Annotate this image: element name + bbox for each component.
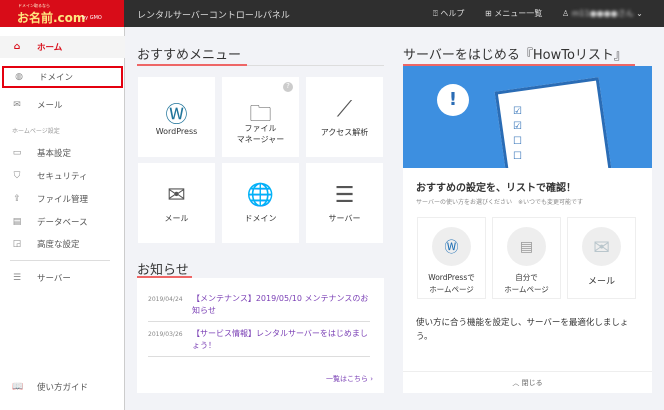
divider xyxy=(148,356,370,357)
app-title: レンタルサーバーコントロールパネル xyxy=(137,11,290,21)
sidebar-label: ファイル管理 xyxy=(37,195,89,205)
menu-card-wordpress[interactable]: Ⓦ WordPress xyxy=(138,77,215,157)
sidebar-item-domain[interactable]: ◍ ドメイン xyxy=(2,66,123,88)
news-more-link[interactable]: 一覧はこちら › xyxy=(326,374,373,384)
sidebar-label: 高度な設定 xyxy=(37,240,80,250)
howto-subtext: サーバーの使い方をお選びください ※いつでも変更可能です xyxy=(416,199,583,206)
recommend-title: おすすめメニュー xyxy=(137,48,242,63)
sidebar-label: メール xyxy=(37,101,63,111)
shield-icon: ⛉ xyxy=(13,171,21,181)
card-label: メール xyxy=(587,277,615,287)
webpage-icon: ▤ xyxy=(507,227,546,266)
mail-icon: ✉ xyxy=(13,100,21,110)
card-label: WordPress xyxy=(155,127,198,136)
sidebar-label: 使い方ガイド xyxy=(37,383,89,393)
exclamation-icon: ! xyxy=(437,84,469,116)
divider xyxy=(10,260,110,261)
menu-card-server[interactable]: ☰ サーバー xyxy=(306,163,383,243)
news-date: 2019/03/26 xyxy=(148,331,183,338)
howto-description: 使い方に合う機能を設定し、サーバーを最適化しましょう。 xyxy=(416,318,629,342)
menu-list-label: メニュー一覧 xyxy=(494,9,543,18)
news-item[interactable]: 2019/04/24 【メンテナンス】2019/05/10 メンテナンスのお知らせ xyxy=(148,293,370,317)
sidebar-section-label: ホームページ設定 xyxy=(12,128,60,135)
monitor-icon: ▭ xyxy=(12,148,22,158)
news-date: 2019/04/24 xyxy=(148,296,183,303)
www-globe-icon: 🌐 xyxy=(246,183,275,208)
sidebar-item-server[interactable]: ☰ サーバー xyxy=(0,267,125,289)
upload-icon: ⇪ xyxy=(13,194,21,204)
grid-icon: ⊞ xyxy=(485,9,492,18)
help-label: ヘルプ xyxy=(440,9,465,18)
sidebar-label: セキュリティ xyxy=(37,172,88,182)
sidebar-item-file[interactable]: ⇪ ファイル管理 xyxy=(0,188,125,210)
server-icon: ☰ xyxy=(12,273,22,283)
checklist-icon: ☑ ☑ ☐ ☐ xyxy=(513,106,522,162)
howto-card-mail[interactable]: ✉ メール xyxy=(567,217,636,299)
chart-line-icon: ⟋ xyxy=(336,97,353,122)
card-label: WordPressで ホームページ xyxy=(428,273,475,294)
mail-icon: ✉ xyxy=(167,183,186,208)
close-label: 閉じる xyxy=(521,379,543,387)
user-name: m11●●●●さん xyxy=(571,9,634,18)
news-link[interactable]: 【サービス情報】レンタルサーバーをはじめましょう！ xyxy=(192,328,370,352)
chevron-up-icon: ︿ xyxy=(512,379,520,387)
wordpress-page-icon: Ⓦ xyxy=(432,227,471,266)
sidebar-item-basic[interactable]: ▭ 基本設定 xyxy=(0,142,125,164)
sidebar-item-database[interactable]: ▤ データベース xyxy=(0,211,125,233)
sidebar-item-mail[interactable]: ✉ メール xyxy=(0,94,125,116)
howto-heading: おすすめの設定を、リストで確認！ xyxy=(416,183,576,194)
card-label: ドメイン xyxy=(244,214,277,223)
help-badge-icon[interactable]: ? xyxy=(283,82,293,92)
howto-title: サーバーをはじめる『HowToリスト』 xyxy=(403,48,627,63)
sidebar-item-security[interactable]: ⛉ セキュリティ xyxy=(0,165,125,187)
news-item[interactable]: 2019/03/26 【サービス情報】レンタルサーバーをはじめましょう！ xyxy=(148,328,370,352)
title-underline xyxy=(137,64,247,66)
globe-icon: ◍ xyxy=(15,72,23,82)
sidebar-label: データベース xyxy=(37,218,88,228)
menu-card-access-analysis[interactable]: ⟋ アクセス解析 xyxy=(306,77,383,157)
menu-card-mail[interactable]: ✉ メール xyxy=(138,163,215,243)
menu-list-link[interactable]: ⊞ メニュー一覧 xyxy=(485,8,542,19)
wordpress-icon: Ⓦ xyxy=(165,103,188,128)
top-header: ドメイン取るなら お名前.com by GMO レンタルサーバーコントロールパネ… xyxy=(0,0,664,27)
card-label: アクセス解析 xyxy=(320,128,369,137)
database-icon: ▤ xyxy=(12,217,22,227)
card-label: ファイル マネージャー xyxy=(236,124,285,144)
news-panel: 2019/04/24 【メンテナンス】2019/05/10 メンテナンスのお知らせ… xyxy=(137,278,384,393)
home-icon: ⌂ xyxy=(13,42,21,52)
settings-icon: ◲ xyxy=(12,239,22,249)
user-menu[interactable]: ♙ m11●●●●さん ⌄ xyxy=(562,8,643,19)
help-icon: ⍰ xyxy=(433,9,438,18)
menu-card-domain[interactable]: 🌐 ドメイン xyxy=(222,163,299,243)
sidebar: ⌂ ホーム ◍ ドメイン ✉ メール ホームページ設定 ▭ 基本設定 ⛉ セキュリティ ⇪… xyxy=(0,27,125,410)
logo-sub: by GMO xyxy=(82,15,102,21)
howto-hero-image: ! ☑ ☑ ☐ ☐ xyxy=(403,66,652,168)
server-icon: ☰ xyxy=(334,183,355,208)
howto-card-own-homepage[interactable]: ▤ 自分で ホームページ xyxy=(492,217,561,299)
card-label: メール xyxy=(164,214,189,223)
sidebar-item-advanced[interactable]: ◲ 高度な設定 xyxy=(0,233,125,255)
close-button[interactable]: ︿ 閉じる xyxy=(403,371,652,393)
sidebar-label: ドメイン xyxy=(39,73,74,83)
chevron-down-icon: ⌄ xyxy=(636,9,643,18)
envelope-icon: ✉ xyxy=(582,227,621,266)
sidebar-label: 基本設定 xyxy=(37,149,72,159)
card-label: 自分で ホームページ xyxy=(504,273,549,294)
menu-card-file-manager[interactable]: ? 🗀 ファイル マネージャー xyxy=(222,77,299,157)
onamae-logo[interactable]: ドメイン取るなら お名前.com by GMO xyxy=(0,0,124,27)
sidebar-label: ホーム xyxy=(37,43,63,53)
help-link[interactable]: ⍰ ヘルプ xyxy=(433,8,464,19)
user-icon: ♙ xyxy=(562,9,570,18)
sidebar-item-home[interactable]: ⌂ ホーム xyxy=(0,36,125,58)
sidebar-item-guide[interactable]: 📖 使い方ガイド xyxy=(0,376,125,398)
howto-panel: ! ☑ ☑ ☐ ☐ おすすめの設定を、リストで確認！ サーバーの使い方をお選びください… xyxy=(403,66,652,393)
book-icon: 📖 xyxy=(12,382,24,392)
howto-card-wordpress[interactable]: Ⓦ WordPressで ホームページ xyxy=(417,217,486,299)
card-label: サーバー xyxy=(328,214,361,223)
logo-text: お名前.com xyxy=(17,11,86,25)
news-link[interactable]: 【メンテナンス】2019/05/10 メンテナンスのお知らせ xyxy=(192,293,370,317)
sidebar-label: サーバー xyxy=(37,274,71,284)
divider xyxy=(148,321,370,322)
